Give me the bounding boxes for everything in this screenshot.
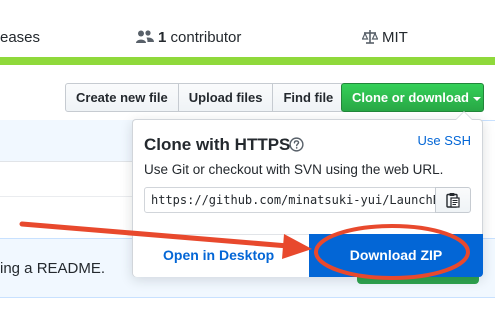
contributors-label: contributor [166, 29, 242, 46]
upload-files-button[interactable]: Upload files [177, 83, 274, 112]
clone-title: Clone with HTTPS [144, 135, 291, 154]
open-in-desktop-button[interactable]: Open in Desktop [133, 234, 309, 277]
clone-or-download-button[interactable]: Clone or download [341, 83, 484, 112]
question-icon[interactable] [289, 137, 304, 152]
download-zip-button[interactable]: Download ZIP [309, 234, 483, 277]
use-ssh-link[interactable]: Use SSH [418, 133, 471, 148]
clone-or-download-label: Clone or download [352, 90, 469, 105]
license-link[interactable]: MIT [362, 28, 408, 48]
caret-down-icon [473, 96, 481, 101]
clone-dropdown: Clone with HTTPS Use SSH Use Git or chec… [132, 111, 483, 277]
readme-prompt-text: ing a README. [0, 260, 106, 277]
dropdown-arrow [455, 111, 473, 120]
people-icon [136, 30, 154, 43]
open-in-desktop-label: Open in Desktop [163, 247, 275, 263]
clone-url-input[interactable]: https://github.com/minatsuki-yui/LaunchB… [144, 187, 436, 213]
clone-description: Use Git or checkout with SVN using the w… [144, 162, 444, 177]
clipboard-icon [446, 193, 460, 208]
releases-link[interactable]: eases [0, 28, 40, 48]
language-bar [0, 57, 495, 65]
create-new-file-button[interactable]: Create new file [65, 83, 179, 112]
file-actions-group: Create new file Upload files Find file [65, 83, 345, 112]
find-file-button[interactable]: Find file [272, 83, 345, 112]
file-row-divider [0, 196, 150, 197]
commit-tease [0, 120, 150, 162]
law-icon [362, 30, 378, 44]
license-label: MIT [382, 29, 408, 46]
repo-summary-bar: eases 1 contributor MIT [0, 0, 495, 65]
contributors-link[interactable]: 1 contributor [136, 28, 241, 48]
copy-url-button[interactable] [435, 187, 471, 213]
